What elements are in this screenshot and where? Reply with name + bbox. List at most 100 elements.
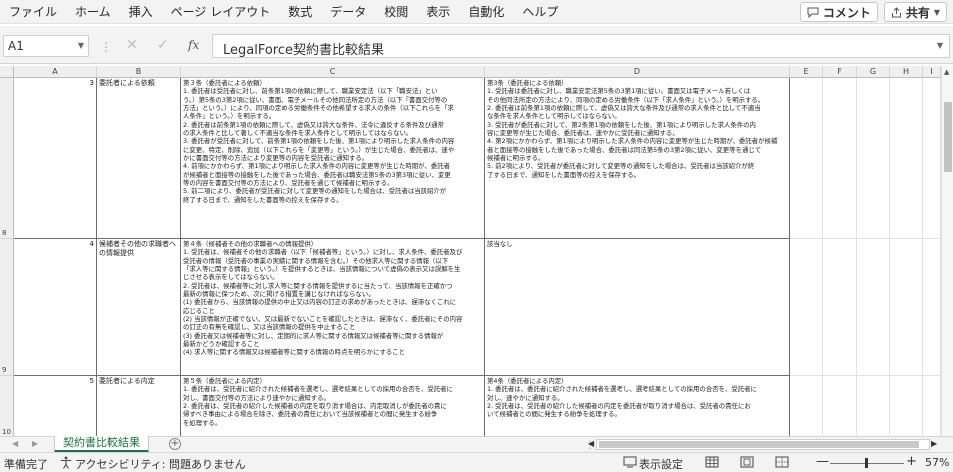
worksheet-grid[interactable]: A B C D E F G H I 8 3 委託者による依頼 第３条（委託者による依頼） 1. 委託者は受… [0, 66, 953, 436]
accessibility-status[interactable]: アクセシビリティ: 問題ありません [75, 456, 246, 472]
empty-cell[interactable] [857, 239, 890, 376]
ribbon-tab[interactable]: ヘルプ [513, 0, 567, 24]
ribbon-tab[interactable]: ファイル [0, 0, 66, 24]
cell-clause-title[interactable]: 候補者その他の求職者への情報提供 [97, 239, 181, 376]
zoom-level[interactable]: 57% [925, 456, 949, 469]
empty-cell[interactable] [923, 78, 941, 239]
cell-compared-text[interactable]: 該当なし [485, 239, 790, 376]
chevron-down-icon: ▼ [933, 7, 940, 17]
horizontal-scroll-thumb[interactable] [599, 441, 919, 448]
ribbon-tab-bar: ファイル ホーム 挿入 ページ レイアウト 数式 データ 校閲 表示 自動化 ヘルプ コメント 共… [0, 0, 953, 24]
ribbon-tab[interactable]: データ [321, 0, 375, 24]
display-settings-button[interactable]: 表示設定 [639, 456, 683, 472]
text-line: 1. 受託者は、候補者その他の求職者（以下「候補者等」という。）に対し、求人条件… [183, 248, 463, 257]
column-header[interactable]: G [857, 66, 890, 78]
row-header[interactable]: 10 [0, 376, 14, 436]
ribbon-tab[interactable]: 自動化 [459, 0, 513, 24]
row-number: 8 [2, 229, 7, 237]
empty-cell[interactable] [790, 376, 823, 436]
vertical-scrollbar[interactable]: ▲ [941, 66, 953, 436]
text-line: いて候補者との間に発生する紛争を処理する。 [487, 410, 621, 419]
zoom-in-button[interactable]: + [906, 454, 917, 469]
page-layout-view-icon[interactable] [740, 456, 754, 471]
cell-original-text[interactable]: 第３条（委託者による依頼） 1. 委託者は受託者に対し、前条第1項の依頼に際して、… [181, 78, 485, 239]
vertical-scroll-thumb[interactable] [944, 102, 952, 172]
select-all-corner[interactable] [0, 66, 14, 78]
empty-cell[interactable] [857, 376, 890, 436]
chevron-down-icon[interactable]: ▼ [937, 41, 943, 50]
empty-cell[interactable] [790, 239, 823, 376]
formula-input[interactable]: LegalForce契約書比較結果 ▼ [212, 34, 950, 58]
empty-cell[interactable] [857, 78, 890, 239]
column-header[interactable]: A [14, 66, 97, 78]
ribbon-tab[interactable]: 校閲 [375, 0, 417, 24]
status-bar: 準備完了 アクセシビリティ: 問題ありません 表示設定 — + 57% [0, 452, 953, 472]
chevron-down-icon[interactable]: ▼ [78, 41, 84, 50]
text-line: 5. 前2項により、受託者が委託者に対して変更等の通知をした場合は、受託者は当該… [487, 162, 755, 171]
next-sheet-icon[interactable]: ▶ [32, 439, 38, 448]
text-line: 帰すべき事由による場合を除き、委託者の責任において当該候補者との間に発生する紛争 [183, 410, 438, 419]
sheet-tab-active[interactable]: 契約書比較結果 [54, 436, 149, 453]
cell-index[interactable]: 3 [14, 78, 97, 239]
scroll-left-icon[interactable]: ◀ [588, 439, 594, 448]
empty-cell[interactable] [823, 239, 857, 376]
text-line: 応じること [183, 306, 215, 315]
column-header[interactable]: H [890, 66, 923, 78]
ribbon-tab[interactable]: ページ レイアウト [162, 0, 280, 24]
text-line: 1. 受託者は委託者に対し、職業安定法第5条の3第1項に従い、書面又は電子メール… [487, 87, 751, 96]
share-icon [891, 6, 902, 18]
normal-view-icon[interactable] [705, 456, 719, 471]
zoom-out-button[interactable]: — [816, 454, 829, 469]
column-header[interactable]: F [823, 66, 857, 78]
cell-compared-text[interactable]: 第3条（委託者による依頼） 1. 受託者は委託者に対し、職業安定法第5条の3第1項… [485, 78, 790, 239]
share-button[interactable]: 共有 ▼ [883, 2, 947, 22]
text-line: う。）第5条の3第2項に従い、書面、電子メールその他同法所定の方法（以下「書面交… [183, 95, 448, 104]
column-header[interactable]: C [181, 66, 485, 78]
cell-original-text[interactable]: 第４条（候補者その他の求職者への情報提供） 1. 受託者は、候補者その他の求職者（… [181, 239, 485, 376]
zoom-slider-thumb[interactable] [865, 458, 868, 468]
text-line: 2. 受託者は、候補者等に対し求人等に関する情報を提供するに当たって、当該情報を… [183, 281, 453, 290]
row-header[interactable]: 9 [0, 239, 14, 376]
text-line: じさせる表示をしてはならない。 [183, 273, 279, 282]
empty-cell[interactable] [790, 78, 823, 239]
cell-index[interactable]: 4 [14, 239, 97, 376]
prev-sheet-icon[interactable]: ◀ [12, 439, 18, 448]
empty-cell[interactable] [890, 239, 923, 376]
scroll-right-icon[interactable]: ▶ [931, 439, 937, 448]
row-header[interactable]: 8 [0, 78, 14, 239]
check-icon[interactable]: ✓ [157, 37, 169, 53]
column-header[interactable]: D [485, 66, 790, 78]
drag-handle-icon[interactable]: ⋮ [100, 40, 112, 54]
insert-function-button[interactable]: fx [188, 38, 199, 52]
ribbon-tab[interactable]: 挿入 [120, 0, 162, 24]
page-break-view-icon[interactable] [775, 456, 789, 471]
ribbon-tab[interactable]: 数式 [279, 0, 321, 24]
name-box[interactable]: A1 ▼ [3, 35, 89, 57]
text-line: (4) 求人等に関する情報又は候補者等に関する情報の時点を明らかにすること [183, 348, 406, 357]
scroll-up-icon[interactable]: ▲ [944, 68, 949, 76]
empty-cell[interactable] [890, 376, 923, 436]
empty-cell[interactable] [890, 78, 923, 239]
cell-index[interactable]: 5 [14, 376, 97, 436]
cell-compared-text[interactable]: 第4条（委託者による内定） 1. 委託者は、委託者に紹介された候補者を選考し、選考… [485, 376, 790, 436]
column-header[interactable]: I [923, 66, 941, 78]
column-header[interactable]: E [790, 66, 823, 78]
empty-cell[interactable] [823, 376, 857, 436]
cell-clause-title[interactable]: 委託者による内定 [97, 376, 181, 436]
ribbon-tab[interactable]: ホーム [66, 0, 120, 24]
empty-cell[interactable] [923, 376, 941, 436]
horizontal-scrollbar[interactable] [596, 439, 930, 450]
empty-cell[interactable] [823, 78, 857, 239]
column-header[interactable]: B [97, 66, 181, 78]
cell-clause-title[interactable]: 委託者による依頼 [97, 78, 181, 239]
ribbon-tab[interactable]: 表示 [417, 0, 459, 24]
cancel-icon[interactable]: ✕ [126, 37, 138, 53]
empty-cell[interactable] [923, 239, 941, 376]
cell-original-text[interactable]: 第５条（委託者による内定） 1. 委託者は、受託者に紹介された候補者を選考し、選考… [181, 376, 485, 436]
text-line: 第４条（候補者その他の求職者への情報提供） [183, 240, 318, 248]
comment-button[interactable]: コメント [799, 2, 878, 22]
text-line: を処理する。 [183, 418, 222, 427]
text-line: 2. 委託者は前条第1項の依頼に際して、虚偽又は誇大な条件、法令に違反する条件及… [183, 120, 444, 129]
add-sheet-button[interactable]: + [169, 438, 181, 450]
text-line: が候補者と面接等の接触をした後であった場合、委託者は職安法第5条の3第3項に従い… [183, 170, 451, 179]
